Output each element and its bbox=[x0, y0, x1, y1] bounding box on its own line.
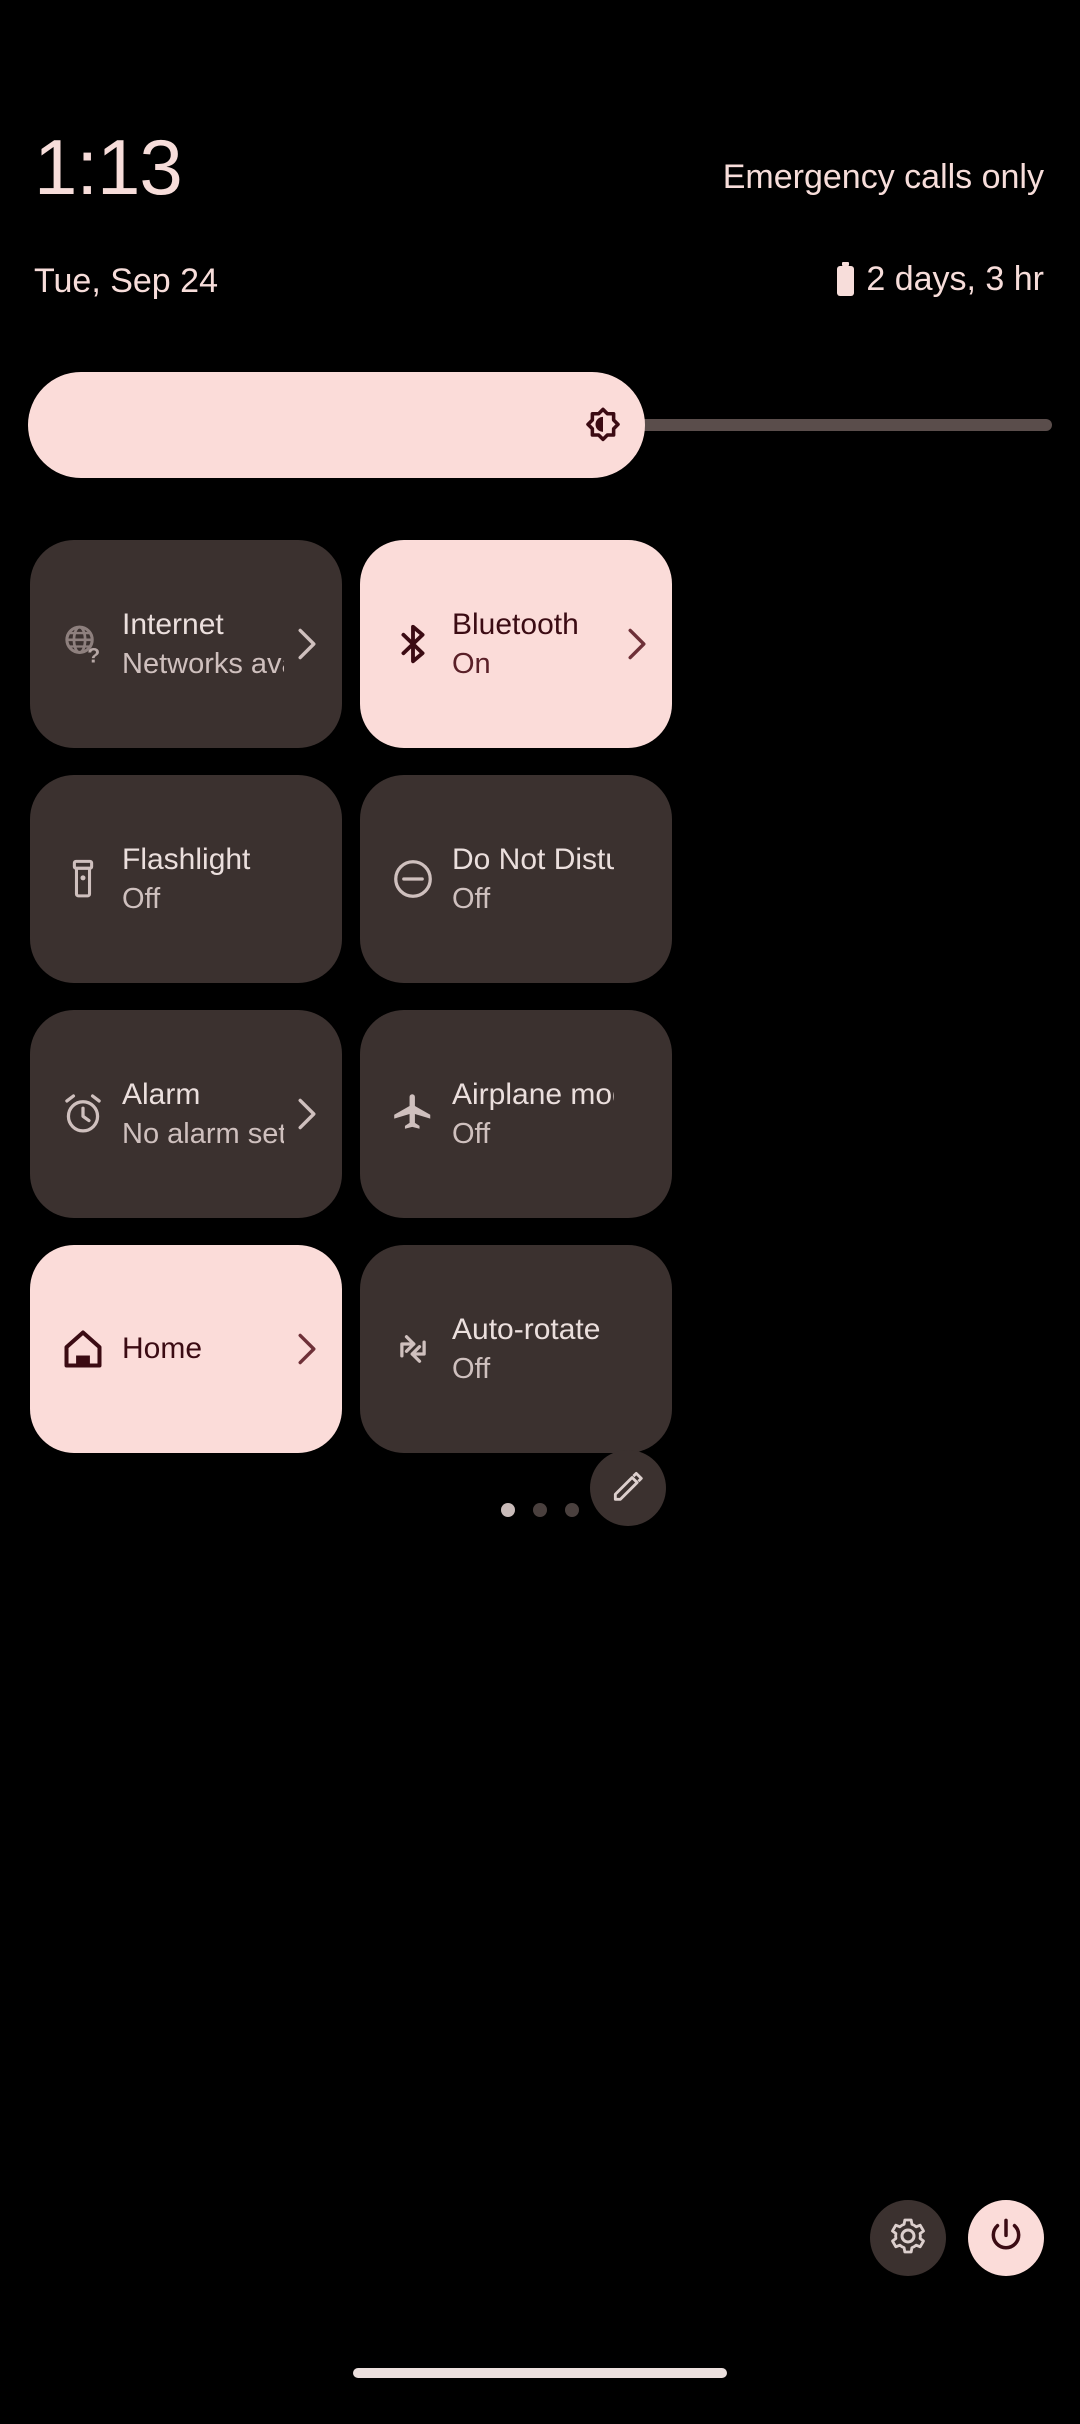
bluetooth-icon bbox=[390, 621, 436, 667]
svg-text:?: ? bbox=[87, 644, 100, 667]
tile-label: Home bbox=[122, 1332, 203, 1365]
tile-auto-rotate[interactable]: Auto-rotate Off bbox=[360, 1245, 672, 1453]
brightness-icon bbox=[578, 400, 628, 450]
quick-settings-panel: 1:13 Emergency calls only Tue, Sep 24 2 … bbox=[0, 0, 1080, 2424]
tile-do-not-disturb[interactable]: Do Not Disturb Off bbox=[360, 775, 672, 983]
tile-label: Auto-rotate bbox=[452, 1313, 601, 1346]
gesture-nav-bar[interactable] bbox=[353, 2368, 727, 2378]
tile-label: Bluetooth bbox=[452, 608, 579, 641]
pencil-icon bbox=[609, 1467, 647, 1510]
battery-status[interactable]: 2 days, 3 hr bbox=[835, 262, 1044, 296]
tile-sublabel: Networks avai.. bbox=[122, 648, 284, 680]
tile-internet-text: Internet Networks avai.. bbox=[122, 605, 284, 683]
tile-label: Flashlight bbox=[122, 843, 251, 876]
settings-button[interactable] bbox=[870, 2200, 946, 2276]
chevron-right-icon[interactable] bbox=[290, 1091, 324, 1137]
tile-label: Internet bbox=[122, 608, 224, 641]
battery-estimate: 2 days, 3 hr bbox=[866, 260, 1044, 298]
airplane-icon bbox=[390, 1091, 436, 1137]
tile-sublabel: Off bbox=[452, 1118, 491, 1150]
tile-label: Alarm bbox=[122, 1078, 201, 1111]
tile-sublabel: Off bbox=[452, 883, 491, 915]
power-button[interactable] bbox=[968, 2200, 1044, 2276]
chevron-right-icon[interactable] bbox=[620, 621, 654, 667]
auto-rotate-icon bbox=[390, 1326, 436, 1372]
tile-internet[interactable]: ? Internet Networks avai.. bbox=[30, 540, 342, 748]
tile-home[interactable]: Home bbox=[30, 1245, 342, 1453]
tile-airplane-mode-text: Airplane mode Off bbox=[452, 1075, 614, 1153]
power-icon bbox=[986, 2216, 1026, 2261]
page-dot-2[interactable] bbox=[533, 1503, 547, 1517]
page-dot-3[interactable] bbox=[565, 1503, 579, 1517]
tile-sublabel: Off bbox=[452, 1353, 491, 1385]
battery-icon bbox=[835, 262, 856, 296]
footer-actions bbox=[870, 2200, 1044, 2276]
tile-do-not-disturb-text: Do Not Disturb Off bbox=[452, 840, 614, 918]
do-not-disturb-icon bbox=[390, 856, 436, 902]
page-indicator[interactable] bbox=[0, 1495, 1080, 1525]
globe-question-icon: ? bbox=[60, 621, 106, 667]
brightness-fill[interactable] bbox=[28, 372, 645, 478]
tile-flashlight[interactable]: Flashlight Off bbox=[30, 775, 342, 983]
tile-label: Do Not Disturb bbox=[452, 843, 614, 876]
status-header: 1:13 Emergency calls only Tue, Sep 24 2 … bbox=[0, 0, 1080, 330]
gear-icon bbox=[888, 2216, 928, 2261]
tile-home-text: Home bbox=[122, 1329, 284, 1369]
brightness-slider[interactable] bbox=[28, 372, 1052, 478]
tile-alarm-text: Alarm No alarm set bbox=[122, 1075, 284, 1153]
alarm-clock-icon bbox=[60, 1091, 106, 1137]
tile-sublabel: On bbox=[452, 648, 491, 680]
flashlight-icon bbox=[60, 856, 106, 902]
tile-bluetooth[interactable]: Bluetooth On bbox=[360, 540, 672, 748]
chevron-right-icon[interactable] bbox=[290, 1326, 324, 1372]
tile-bluetooth-text: Bluetooth On bbox=[452, 605, 614, 683]
tile-sublabel: Off bbox=[122, 883, 161, 915]
tile-auto-rotate-text: Auto-rotate Off bbox=[452, 1310, 614, 1388]
date-label[interactable]: Tue, Sep 24 bbox=[34, 264, 218, 298]
tile-airplane-mode[interactable]: Airplane mode Off bbox=[360, 1010, 672, 1218]
tile-flashlight-text: Flashlight Off bbox=[122, 840, 284, 918]
chevron-right-icon[interactable] bbox=[290, 621, 324, 667]
tile-alarm[interactable]: Alarm No alarm set bbox=[30, 1010, 342, 1218]
tile-sublabel: No alarm set bbox=[122, 1118, 284, 1150]
clock[interactable]: 1:13 bbox=[34, 128, 183, 206]
page-dot-1[interactable] bbox=[501, 1503, 515, 1517]
carrier-label: Emergency calls only bbox=[722, 158, 1044, 196]
quick-settings-tile-grid: ? Internet Networks avai.. Bluetooth bbox=[30, 540, 1050, 1453]
edit-tiles-button[interactable] bbox=[590, 1450, 666, 1526]
home-icon bbox=[60, 1326, 106, 1372]
tile-label: Airplane mode bbox=[452, 1078, 614, 1111]
